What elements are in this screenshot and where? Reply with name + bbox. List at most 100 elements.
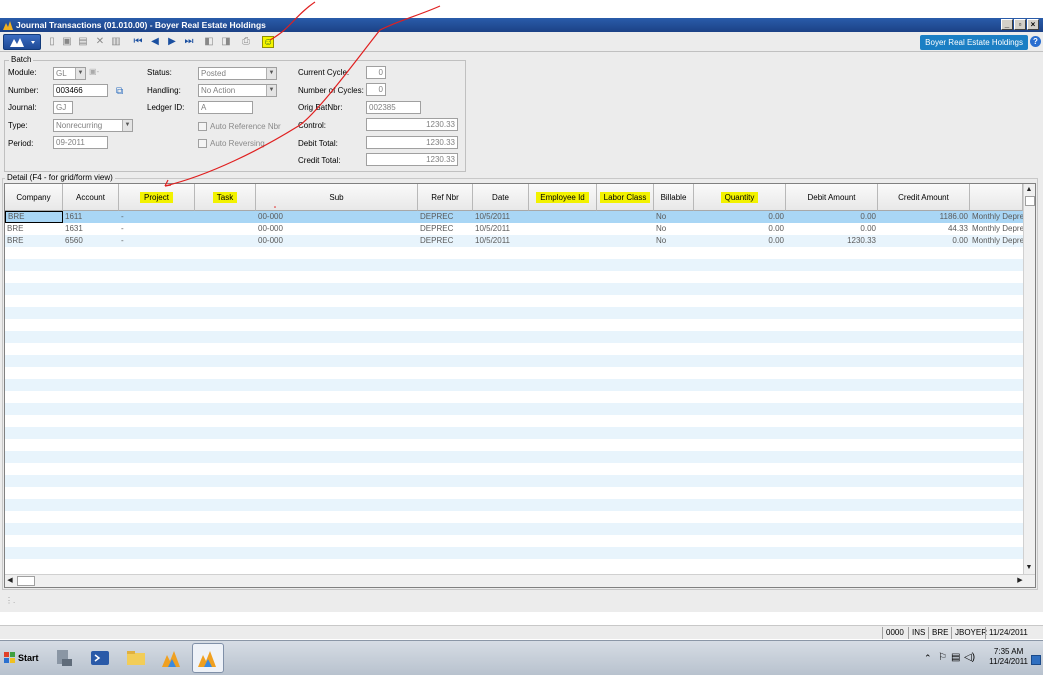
cell-desc[interactable]: Monthly Deprec xyxy=(970,223,1023,235)
cell-sub[interactable]: 00-000 xyxy=(256,211,418,223)
period-field[interactable]: 09-2011 xyxy=(53,136,108,149)
cell-account[interactable]: 1631 xyxy=(63,223,119,235)
column-header-account[interactable]: Account xyxy=(63,184,119,211)
print-icon[interactable]: ⎙ xyxy=(240,36,252,48)
cell-employee[interactable] xyxy=(529,235,597,247)
auto-reversing-checkbox[interactable] xyxy=(198,139,207,148)
last-record-icon[interactable]: ⏭ xyxy=(183,36,195,48)
horizontal-scrollbar[interactable]: ◀ ▶ xyxy=(5,574,1035,587)
empty-table-row[interactable] xyxy=(5,259,1023,271)
attach-icon[interactable]: ◨ xyxy=(220,36,232,48)
scroll-up-icon[interactable]: ▲ xyxy=(1024,184,1034,196)
volume-icon[interactable]: ◁) xyxy=(964,652,975,663)
cell-company[interactable]: BRE xyxy=(5,235,63,247)
cell-date[interactable]: 10/5/2011 xyxy=(473,235,529,247)
cell-quantity[interactable]: 0.00 xyxy=(694,211,786,223)
minimize-button[interactable]: _ xyxy=(1001,19,1013,30)
status-select[interactable]: Posted ▼ xyxy=(198,67,277,80)
cell-company[interactable]: BRE xyxy=(5,223,63,235)
clock[interactable]: 7:35 AM 11/24/2011 xyxy=(989,647,1028,667)
first-record-icon[interactable]: ⏮ xyxy=(132,36,144,48)
table-row[interactable]: BRE 6560-00-000 DEPREC 10/5/2011 No 0.00 1230.… xyxy=(5,235,1023,247)
current-cycle-field[interactable]: 0 xyxy=(366,66,386,79)
cell-project[interactable]: - xyxy=(119,211,195,223)
auto-reference-checkbox[interactable] xyxy=(198,122,207,131)
scroll-down-icon[interactable]: ▼ xyxy=(1024,562,1034,574)
column-header-project[interactable]: Project xyxy=(119,184,195,211)
detail-grid[interactable]: Company Account Project Task Sub Ref Nbr… xyxy=(4,183,1036,588)
cell-sub[interactable]: 00-000 xyxy=(256,223,418,235)
tray-expand-icon[interactable]: ⌃ xyxy=(924,653,932,664)
cell-date[interactable]: 10/5/2011 xyxy=(473,211,529,223)
number-of-cycles-field[interactable]: 0 xyxy=(366,83,386,96)
control-field[interactable]: 1230.33 xyxy=(366,118,458,131)
help-icon[interactable]: ? xyxy=(1030,36,1041,47)
cell-credit[interactable]: 44.33 xyxy=(878,223,970,235)
credit-total-field[interactable]: 1230.33 xyxy=(366,153,458,166)
cell-quantity[interactable]: 0.00 xyxy=(694,235,786,247)
empty-table-row[interactable] xyxy=(5,499,1023,511)
cell-employee[interactable] xyxy=(529,223,597,235)
save-icon[interactable]: ▣ xyxy=(61,36,73,48)
taskbar-dynamics-2[interactable] xyxy=(192,643,224,673)
vertical-scrollbar[interactable]: ▲ ▼ xyxy=(1023,184,1035,574)
column-header-ref-nbr[interactable]: Ref Nbr xyxy=(418,184,473,211)
taskbar-explorer[interactable] xyxy=(120,643,152,673)
cell-debit[interactable]: 0.00 xyxy=(786,211,878,223)
empty-table-row[interactable] xyxy=(5,283,1023,295)
empty-table-row[interactable] xyxy=(5,391,1023,403)
ledger-id-field[interactable]: A xyxy=(198,101,253,114)
next-record-icon[interactable]: ▶ xyxy=(166,36,178,48)
application-menu-button[interactable] xyxy=(3,34,41,50)
cell-labor[interactable] xyxy=(597,211,654,223)
empty-table-row[interactable] xyxy=(5,475,1023,487)
empty-table-row[interactable] xyxy=(5,307,1023,319)
batch-number-field[interactable]: 003466 xyxy=(53,84,108,97)
cell-company[interactable]: BRE xyxy=(5,211,63,223)
network-icon[interactable]: ▤ xyxy=(951,652,960,663)
cell-task[interactable] xyxy=(195,223,256,235)
empty-table-row[interactable] xyxy=(5,319,1023,331)
cell-labor[interactable] xyxy=(597,235,654,247)
column-header-employee-id[interactable]: Employee Id xyxy=(529,184,597,211)
empty-table-row[interactable] xyxy=(5,547,1023,559)
cancel-icon[interactable]: ✕ xyxy=(94,36,106,48)
cell-credit[interactable]: 1186.00 xyxy=(878,211,970,223)
cell-refnbr[interactable]: DEPREC xyxy=(418,211,473,223)
finish-icon[interactable]: ▤ xyxy=(77,36,89,48)
column-header-credit-amount[interactable]: Credit Amount xyxy=(878,184,970,211)
copy-icon[interactable]: ⧉ xyxy=(116,86,123,97)
empty-table-row[interactable] xyxy=(5,331,1023,343)
flag-icon[interactable]: ⚐ xyxy=(938,652,947,663)
maximize-button[interactable]: ▫ xyxy=(1014,19,1026,30)
taskbar-server-manager[interactable] xyxy=(48,643,80,673)
empty-table-row[interactable] xyxy=(5,523,1023,535)
customize-icon[interactable]: ☺ xyxy=(262,36,274,48)
cell-debit[interactable]: 1230.33 xyxy=(786,235,878,247)
column-header-description[interactable] xyxy=(970,184,1023,211)
show-desktop-button[interactable] xyxy=(1031,655,1041,665)
scroll-right-icon[interactable]: ▶ xyxy=(1015,575,1025,587)
cell-quantity[interactable]: 0.00 xyxy=(694,223,786,235)
cell-desc[interactable]: Monthly Deprec xyxy=(970,235,1023,247)
table-row[interactable]: BRE 1611-00-000 DEPREC 10/5/2011 No 0.00 0.00 1… xyxy=(5,211,1023,223)
cell-employee[interactable] xyxy=(529,211,597,223)
empty-table-row[interactable] xyxy=(5,439,1023,451)
empty-table-row[interactable] xyxy=(5,247,1023,259)
cell-date[interactable]: 10/5/2011 xyxy=(473,223,529,235)
cell-account[interactable]: 1611 xyxy=(63,211,119,223)
column-header-billable[interactable]: Billable xyxy=(654,184,694,211)
delete-icon[interactable]: ▥ xyxy=(110,36,122,48)
empty-table-row[interactable] xyxy=(5,403,1023,415)
empty-table-row[interactable] xyxy=(5,511,1023,523)
module-lookup-icon[interactable]: ▣- xyxy=(89,67,99,76)
cell-refnbr[interactable]: DEPREC xyxy=(418,235,473,247)
empty-table-row[interactable] xyxy=(5,451,1023,463)
column-header-company[interactable]: Company xyxy=(5,184,63,211)
close-button[interactable]: × xyxy=(1027,19,1039,30)
empty-table-row[interactable] xyxy=(5,463,1023,475)
empty-table-row[interactable] xyxy=(5,427,1023,439)
scroll-left-icon[interactable]: ◀ xyxy=(5,575,15,587)
company-selector-button[interactable]: Boyer Real Estate Holdings xyxy=(920,35,1028,50)
empty-table-row[interactable] xyxy=(5,487,1023,499)
